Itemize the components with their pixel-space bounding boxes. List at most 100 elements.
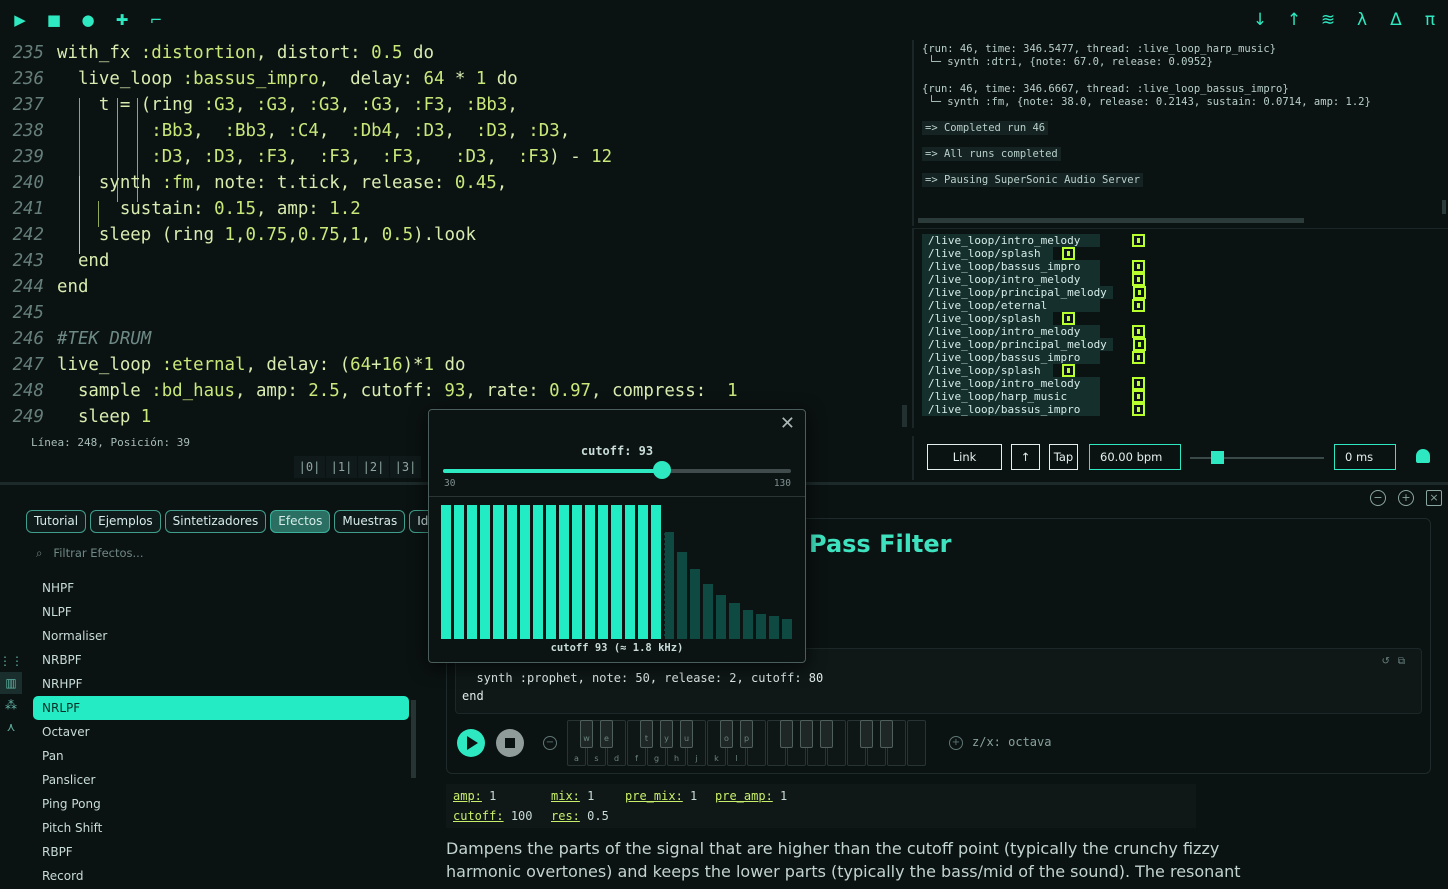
- run-button[interactable]: ▶: [8, 8, 32, 32]
- piano-black-key[interactable]: u: [680, 720, 693, 748]
- editor-scrollbar[interactable]: [902, 405, 907, 427]
- stop-button[interactable]: [496, 729, 524, 757]
- spectrum-bar: [729, 602, 740, 639]
- fx-list-item[interactable]: RBPF: [33, 840, 409, 864]
- piano-white-key[interactable]: [907, 720, 926, 766]
- fx-list-item[interactable]: NRHPF: [33, 672, 409, 696]
- ghost-icon[interactable]: [1416, 449, 1430, 463]
- buffer-tab[interactable]: |2|: [358, 456, 390, 478]
- code-editor[interactable]: 235 with_fx :distortion, distort: 0.5 do 2…: [0, 40, 908, 456]
- fx-list-item[interactable]: Pitch Shift: [33, 816, 409, 840]
- fx-list-item[interactable]: NRBPF: [33, 648, 409, 672]
- bpm-field[interactable]: 60.00 bpm: [1089, 444, 1181, 470]
- example-code-line: end: [462, 689, 484, 703]
- cursor-status: Línea: 248, Posición: 39: [31, 436, 190, 449]
- record-button[interactable]: ●: [76, 8, 100, 32]
- fx-list-item[interactable]: Record: [33, 864, 409, 881]
- link-button[interactable]: Link: [927, 444, 1002, 470]
- piano-keyboard[interactable]: a s d f g h j k l w e t y u o p: [567, 720, 929, 766]
- line-code: end: [57, 251, 110, 271]
- scroll-up-icon[interactable]: ↑: [1282, 8, 1306, 32]
- reset-icon[interactable]: ↺: [1381, 656, 1397, 667]
- tab-efectos[interactable]: Efectos: [270, 510, 331, 533]
- new-button[interactable]: ✚: [110, 8, 134, 32]
- param-name[interactable]: res:: [551, 809, 580, 823]
- nodes-icon[interactable]: ⁂: [0, 694, 22, 716]
- piano-black-key[interactable]: [880, 720, 893, 748]
- piano-black-key[interactable]: o: [720, 720, 733, 748]
- latency-field[interactable]: 0 ms: [1334, 444, 1396, 470]
- param-name[interactable]: pre_amp:: [715, 789, 773, 803]
- copy-icon[interactable]: ⧉: [1398, 656, 1413, 667]
- octave-down-icon[interactable]: −: [543, 736, 557, 750]
- line-code: sample :bd_haus, amp: 2.5, cutoff: 93, r…: [57, 381, 738, 401]
- piano-black-key[interactable]: e: [600, 720, 613, 748]
- close-panel-icon[interactable]: ×: [1426, 490, 1442, 506]
- piano-black-key[interactable]: [860, 720, 873, 748]
- octave-up-icon[interactable]: +: [949, 736, 963, 750]
- cutoff-slider-handle[interactable]: [653, 461, 672, 479]
- fx-list-item[interactable]: Normaliser: [33, 624, 409, 648]
- fx-list-item[interactable]: Ping Pong: [33, 792, 409, 816]
- log-text: └─ synth :fm, {note: 38.0, release: 0.21…: [922, 96, 1371, 108]
- toolbar-right-group: ↓ ↑ ≋ λ Δπ: [1248, 8, 1442, 32]
- tab-ejemplos[interactable]: Ejemplos: [90, 510, 161, 533]
- pi-icon[interactable]: π: [1418, 8, 1442, 32]
- buffer-tab[interactable]: |0|: [294, 456, 326, 478]
- param-name[interactable]: mix:: [551, 789, 580, 803]
- cutoff-marker-line: [664, 505, 666, 639]
- param-name[interactable]: pre_mix:: [625, 789, 683, 803]
- tab-sintetizadores[interactable]: Sintetizadores: [164, 510, 267, 533]
- spectrum-bar: [545, 505, 556, 639]
- piano-black-key[interactable]: p: [740, 720, 753, 748]
- fx-list-scrollbar[interactable]: [411, 700, 416, 778]
- param-name[interactable]: cutoff:: [453, 809, 504, 823]
- grid-icon[interactable]: ⋮⋮: [0, 650, 23, 672]
- tree-icon[interactable]: ⋏: [0, 716, 22, 738]
- toolbar-left-group: ▶ ■ ● ✚ ⌐: [8, 8, 168, 32]
- log-text: => Pausing SuperSonic Audio Server: [922, 173, 1143, 187]
- fx-list-item[interactable]: NLPF: [33, 600, 409, 624]
- tab-muestras[interactable]: Muestras: [334, 510, 406, 533]
- piano-black-key[interactable]: [800, 720, 813, 748]
- play-button[interactable]: [457, 729, 485, 757]
- cue-path: /live_loop/intro_melody: [922, 377, 1100, 390]
- cue-panel[interactable]: /live_loop/intro_melody /live_loop/splas…: [912, 228, 1448, 428]
- link-up-button[interactable]: ↑: [1011, 444, 1040, 470]
- log-horizontal-scrollbar[interactable]: [918, 218, 1304, 223]
- cutoff-slider-track[interactable]: [443, 469, 791, 473]
- scope-icon[interactable]: ≋: [1316, 8, 1340, 32]
- piano-black-key[interactable]: t: [640, 720, 653, 748]
- fx-filter-input[interactable]: ⌕ Filtrar Efectos...: [36, 546, 143, 561]
- latency-slider-handle[interactable]: [1210, 451, 1224, 464]
- delta-icon[interactable]: Δ: [1384, 8, 1408, 32]
- piano-black-key[interactable]: [820, 720, 833, 748]
- align-button[interactable]: ⌐: [144, 8, 168, 32]
- buffer-tab[interactable]: |3|: [390, 456, 422, 478]
- piano-black-key[interactable]: y: [660, 720, 673, 748]
- tap-button[interactable]: Tap: [1049, 444, 1078, 470]
- fx-list-item[interactable]: Panslicer: [33, 768, 409, 792]
- piano-black-key[interactable]: [780, 720, 793, 748]
- book-icon[interactable]: ▥: [0, 672, 22, 694]
- zoom-in-icon[interactable]: +: [1398, 490, 1414, 506]
- lambda-icon[interactable]: λ: [1350, 8, 1374, 32]
- stop-button[interactable]: ■: [42, 8, 66, 32]
- fx-list-item[interactable]: Pan: [33, 744, 409, 768]
- tab-tutorial[interactable]: Tutorial: [26, 510, 87, 533]
- fx-list-item[interactable]: NHPF: [33, 576, 409, 600]
- buffer-tab[interactable]: |1|: [326, 456, 358, 478]
- close-icon[interactable]: ✕: [780, 413, 795, 434]
- key-label: g: [653, 754, 660, 763]
- param-entry: cutoff: 100: [453, 809, 533, 823]
- param-name[interactable]: amp:: [453, 789, 482, 803]
- fx-list-item[interactable]: Octaver: [33, 720, 409, 744]
- cue-row: /live_loop/intro_melody: [922, 273, 1145, 286]
- piano-black-key[interactable]: w: [580, 720, 593, 748]
- fx-list-item[interactable]: NRLPF: [33, 696, 409, 720]
- line-number: 241: [12, 199, 44, 219]
- scroll-down-icon[interactable]: ↓: [1248, 8, 1272, 32]
- log-vertical-scrollbar[interactable]: [1442, 200, 1446, 214]
- log-panel[interactable]: {run: 46, time: 346.5477, thread: :live_…: [912, 40, 1448, 226]
- zoom-out-icon[interactable]: −: [1370, 490, 1386, 506]
